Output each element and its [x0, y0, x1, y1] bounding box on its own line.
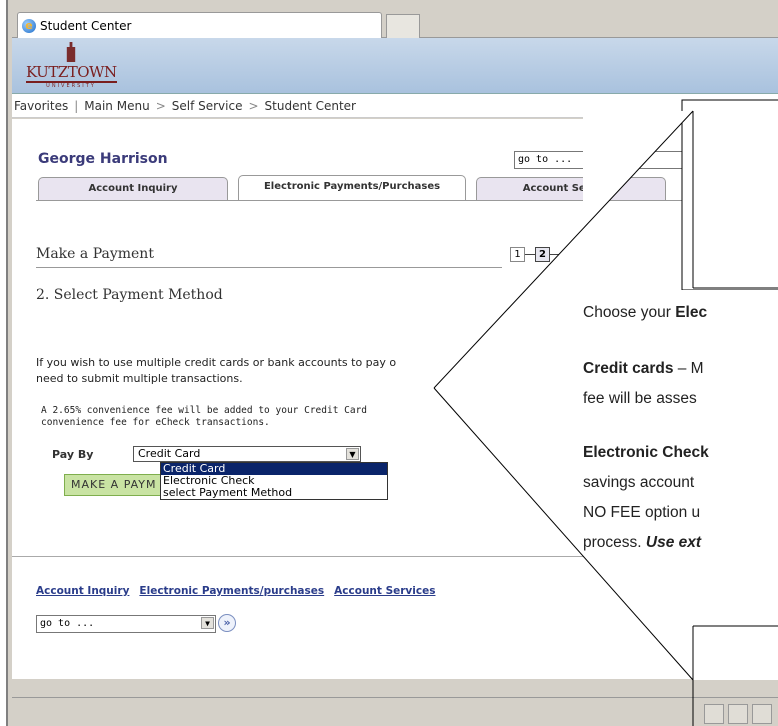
step-connector [525, 254, 535, 255]
goto-bottom-text: go to ... [40, 618, 95, 629]
ie-browser-icon: e [22, 18, 36, 33]
tab-underline [36, 200, 778, 201]
nav-main-menu[interactable]: Main Menu [84, 99, 149, 113]
browser-tab-student-center[interactable]: e Student Center [17, 12, 382, 38]
logo-name: KUTZTOWN [26, 63, 117, 83]
convenience-fee-note: A 2.65% convenience fee will be added to… [41, 405, 371, 429]
goto-select-bottom[interactable]: go to ... ▼ [36, 615, 216, 633]
callout-line-7-bold-italic: Use ext [645, 534, 702, 551]
tower-icon [66, 42, 76, 62]
pay-by-selected-value: Credit Card [138, 447, 201, 460]
title-divider [36, 267, 502, 268]
step-1: 1 [510, 247, 525, 262]
section-heading: 2. Select Payment Method [36, 287, 223, 303]
pay-by-label: Pay By [52, 448, 94, 461]
nav-student-center[interactable]: Student Center [265, 99, 356, 113]
callout-line-2: Credit cards – M [583, 360, 778, 378]
callout-line-1-bold: Elec [675, 304, 708, 321]
status-segment [704, 704, 724, 724]
chevron-right-icon: > [248, 98, 259, 113]
breadcrumb-nav: Favorites | Main Menu > Self Service > S… [12, 94, 778, 118]
student-name: George Harrison [38, 151, 168, 167]
nav-favorites[interactable]: Favorites [14, 99, 68, 113]
nav-self-service[interactable]: Self Service [172, 99, 243, 113]
pay-by-select[interactable]: Credit Card ▼ [133, 446, 361, 462]
university-banner: KUTZTOWN UNIVERSITY [12, 38, 778, 94]
go-arrow-icon[interactable]: » [218, 614, 236, 632]
intro-line-1: If you wish to use multiple credit cards… [36, 356, 396, 369]
callout-line-7: process. Use ext [583, 534, 778, 552]
option-select-payment-method[interactable]: select Payment Method [161, 487, 387, 499]
callout-line-5: savings account [583, 474, 695, 491]
multiple-cards-note: If you wish to use multiple credit cards… [36, 355, 396, 387]
go-arrow-icon[interactable]: » [696, 151, 714, 169]
fee-line-2: convenience fee for eCheck transactions. [41, 417, 270, 428]
footer-link-account-services[interactable]: Account Services [334, 585, 435, 597]
footer-link-electronic-payments[interactable]: Electronic Payments/purchases [139, 585, 324, 597]
chevron-right-icon: > [155, 98, 166, 113]
tab-account-inquiry[interactable]: Account Inquiry [38, 177, 228, 201]
fee-line-1: A 2.65% convenience fee will be added to… [41, 405, 371, 416]
status-segment [728, 704, 748, 724]
step-2-current: 2 [535, 247, 550, 262]
callout-line-1-text: Choose your [583, 304, 676, 321]
browser-status-bar [12, 697, 778, 726]
page-title: Make a Payment [36, 246, 154, 262]
dropdown-arrow-icon[interactable]: ▼ [346, 448, 359, 460]
dropdown-arrow-icon[interactable]: ▼ [201, 617, 214, 629]
callout-line-4: Electronic Check [583, 444, 778, 462]
step-connector [550, 254, 560, 255]
callout-line-3: fee will be asses [583, 390, 697, 407]
callout-line-4-bold: Electronic Check [583, 444, 709, 461]
callout-line-6: NO FEE option u [583, 504, 701, 521]
intro-line-2: need to submit multiple transactions. [36, 372, 243, 385]
new-tab-button[interactable] [386, 14, 420, 38]
browser-tab-title: Student Center [40, 18, 132, 33]
tab-electronic-payments[interactable]: Electronic Payments/Purchases [238, 175, 466, 201]
callout-line-2-bold: Credit cards [583, 360, 674, 377]
callout-line-1: Choose your Elec [583, 304, 778, 322]
callout-line-2-text: – M [673, 360, 704, 377]
footer-links: Account Inquiry Electronic Payments/purc… [36, 585, 435, 597]
footer-link-account-inquiry[interactable]: Account Inquiry [36, 585, 129, 597]
goto-select-top[interactable]: go to ... [514, 151, 684, 169]
callout-line-7-text: process. [583, 534, 646, 551]
status-segment [752, 704, 772, 724]
footer-divider [12, 556, 778, 557]
browser-tab-bar: e Student Center [12, 0, 778, 38]
tab-account-services[interactable]: Account Services [476, 177, 666, 201]
logo-subtitle: UNIVERSITY [46, 83, 96, 89]
kutztown-logo: KUTZTOWN UNIVERSITY [26, 42, 117, 92]
nav-separator: | [74, 98, 79, 113]
pay-by-dropdown-list: Credit Card Electronic Check select Paym… [160, 462, 388, 500]
